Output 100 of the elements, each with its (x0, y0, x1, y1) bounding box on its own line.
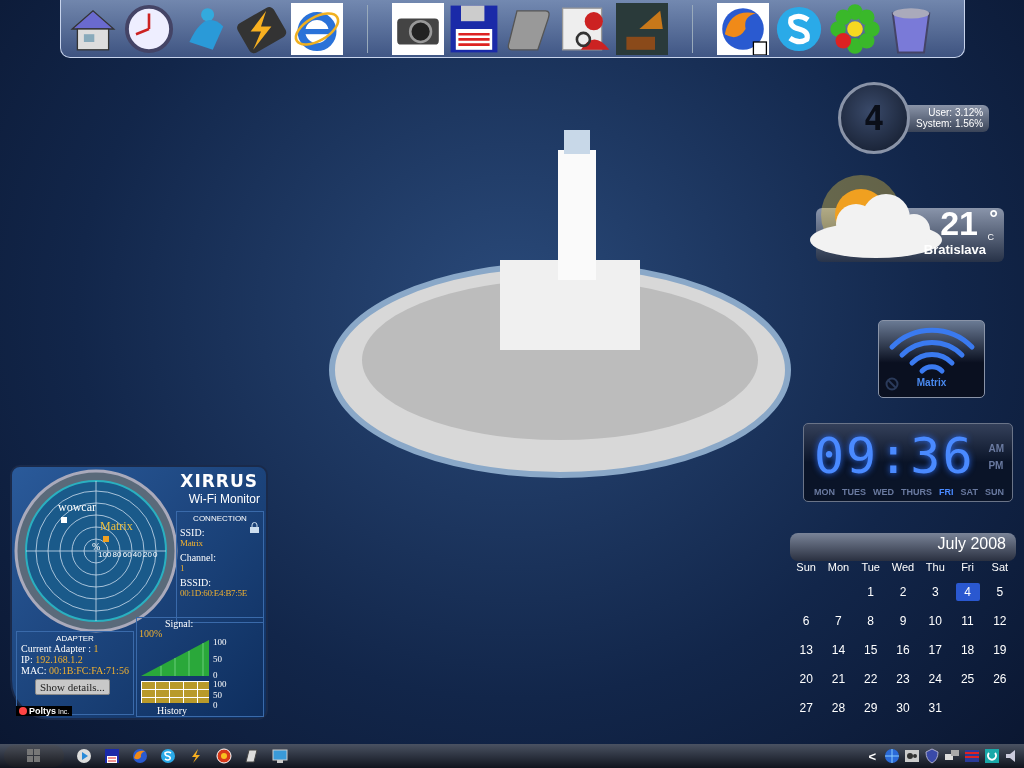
globe-icon[interactable] (884, 748, 900, 764)
axis-tick: 50 (213, 654, 223, 664)
shield-icon[interactable] (924, 748, 940, 764)
radar-unit: % (92, 541, 101, 552)
lock-icon (249, 522, 260, 533)
user-cpu-reading: User: 3.12% (928, 106, 984, 118)
field-label: BSSID: (180, 577, 212, 588)
calendar-day[interactable]: 9 (891, 612, 915, 630)
panel-heading: ADAPTER (55, 634, 95, 643)
history-label: History (157, 705, 187, 716)
calendar-day[interactable]: 21 (826, 670, 851, 688)
signal-reading: 100% (139, 628, 163, 639)
network-marker[interactable] (61, 517, 67, 523)
media-player-icon[interactable] (76, 748, 92, 764)
calendar-day[interactable]: 28 (826, 699, 851, 717)
calendar-day[interactable]: 20 (794, 670, 819, 688)
weekday-label: Wed (890, 561, 916, 575)
weekday-label: Sat (990, 561, 1010, 575)
weekday-indicator: FRI (939, 486, 954, 499)
monitor-icon[interactable] (272, 748, 288, 764)
weekday-label: Tue (860, 561, 881, 575)
calendar-day[interactable]: 19 (987, 641, 1012, 659)
adapter-field: IP: 192.168.1.2 (21, 654, 129, 665)
meridiem-indicator: AM (988, 443, 1004, 455)
calendar-day[interactable]: 13 (794, 641, 819, 659)
clock-icon[interactable] (123, 2, 175, 55)
axis-tick: 0 (213, 701, 219, 710)
weekday-indicator: WED (873, 486, 895, 499)
temperature: 21 (940, 204, 978, 243)
reload-icon[interactable] (984, 748, 1000, 764)
brand-logo: XIRRUS (180, 471, 258, 491)
network-marker[interactable] (103, 536, 109, 542)
calendar-day[interactable]: 5 (987, 583, 1012, 601)
calendar-day[interactable]: 24 (923, 670, 948, 688)
calendar-day[interactable]: 6 (794, 612, 819, 630)
month-title: July 2008 (790, 533, 1016, 561)
calendar-day[interactable]: 17 (923, 641, 948, 659)
axis-tick: 50 (213, 690, 223, 700)
flag-icon[interactable] (964, 748, 980, 764)
cpu-core-digit: 4 (863, 98, 885, 138)
degree-sign: ° (989, 206, 998, 232)
weekday-indicator: THURS (901, 486, 933, 499)
field-value: 1 (180, 563, 185, 573)
calendar-day[interactable]: 31 (923, 699, 948, 717)
calendar-day[interactable]: 30 (891, 699, 915, 717)
calendar-day[interactable]: 10 (923, 612, 948, 630)
calendar-day[interactable]: 18 (955, 641, 980, 659)
dot-icon (19, 707, 27, 715)
weekday-indicator: MON (814, 486, 835, 499)
adapter-field: MAC: 00:1B:FC:FA:71:56 (21, 665, 129, 676)
signal-ramp-graph (141, 640, 209, 676)
disc-icon[interactable] (216, 748, 232, 764)
calendar-day[interactable]: 29 (858, 699, 883, 717)
speech-s-icon[interactable] (160, 748, 176, 764)
gadget-title: Wi-Fi Monitor (188, 492, 260, 506)
calendar-day[interactable]: 7 (826, 612, 851, 630)
calendar-day[interactable]: 15 (858, 641, 883, 659)
system-cpu-reading: System: 1.56% (916, 117, 984, 129)
weekday-indicator: SUN (984, 486, 1004, 499)
weekday-label: Sun (795, 561, 817, 575)
meridiem-indicator: PM (988, 460, 1004, 472)
start-button[interactable] (4, 745, 64, 767)
camera-icon[interactable] (392, 2, 444, 55)
network-icon[interactable] (904, 748, 920, 764)
calendar-day[interactable]: 12 (987, 612, 1012, 630)
calendar-day[interactable]: 22 (858, 670, 883, 688)
calendar-day[interactable]: 23 (891, 670, 915, 688)
calendar-day[interactable]: 16 (891, 641, 915, 659)
flower-icon[interactable] (829, 2, 881, 55)
network-label: wowcar (58, 500, 96, 515)
calendar-day[interactable]: 25 (955, 670, 980, 688)
globe-fox-icon[interactable] (132, 748, 148, 764)
calendar-day[interactable]: 8 (858, 612, 883, 630)
adapter-field: Current Adapter : 1 (21, 643, 129, 654)
weekday-indicator: TUES (842, 486, 867, 499)
calendar-day[interactable]: 11 (955, 612, 980, 630)
calendar-day[interactable]: 1 (858, 583, 883, 601)
axis-tick: 0 (213, 671, 219, 680)
weekday-label: Thu (924, 561, 946, 575)
calendar-day[interactable]: 4 (955, 583, 980, 601)
weekday-label: Mon (826, 561, 851, 575)
windows-flag-icon (27, 749, 41, 763)
calendar-day[interactable]: 14 (826, 641, 851, 659)
calendar-day[interactable]: 2 (891, 583, 915, 601)
radar-scale: 100 80 60 40 20 0 (98, 550, 158, 559)
tray-expand-button[interactable]: < (868, 748, 876, 764)
calendar-day[interactable]: 26 (987, 670, 1012, 688)
show-details-button[interactable]: Show details... (35, 679, 110, 695)
field-label: SSID: (180, 527, 205, 538)
globe-fox-icon[interactable] (717, 2, 769, 55)
field-value: 00:1D:60:E4:B7:5E (180, 588, 247, 598)
browser-e-icon[interactable] (291, 2, 343, 55)
temperature-unit: C (987, 232, 994, 242)
history-graph (141, 681, 209, 703)
calendar-day[interactable]: 27 (794, 699, 819, 717)
axis-tick: 100 (213, 638, 227, 647)
clock-time: 09:36 (814, 428, 976, 487)
calendar-day[interactable]: 3 (923, 583, 948, 601)
signal-label: Signal: (165, 618, 194, 629)
field-value: Matrix (180, 538, 203, 548)
